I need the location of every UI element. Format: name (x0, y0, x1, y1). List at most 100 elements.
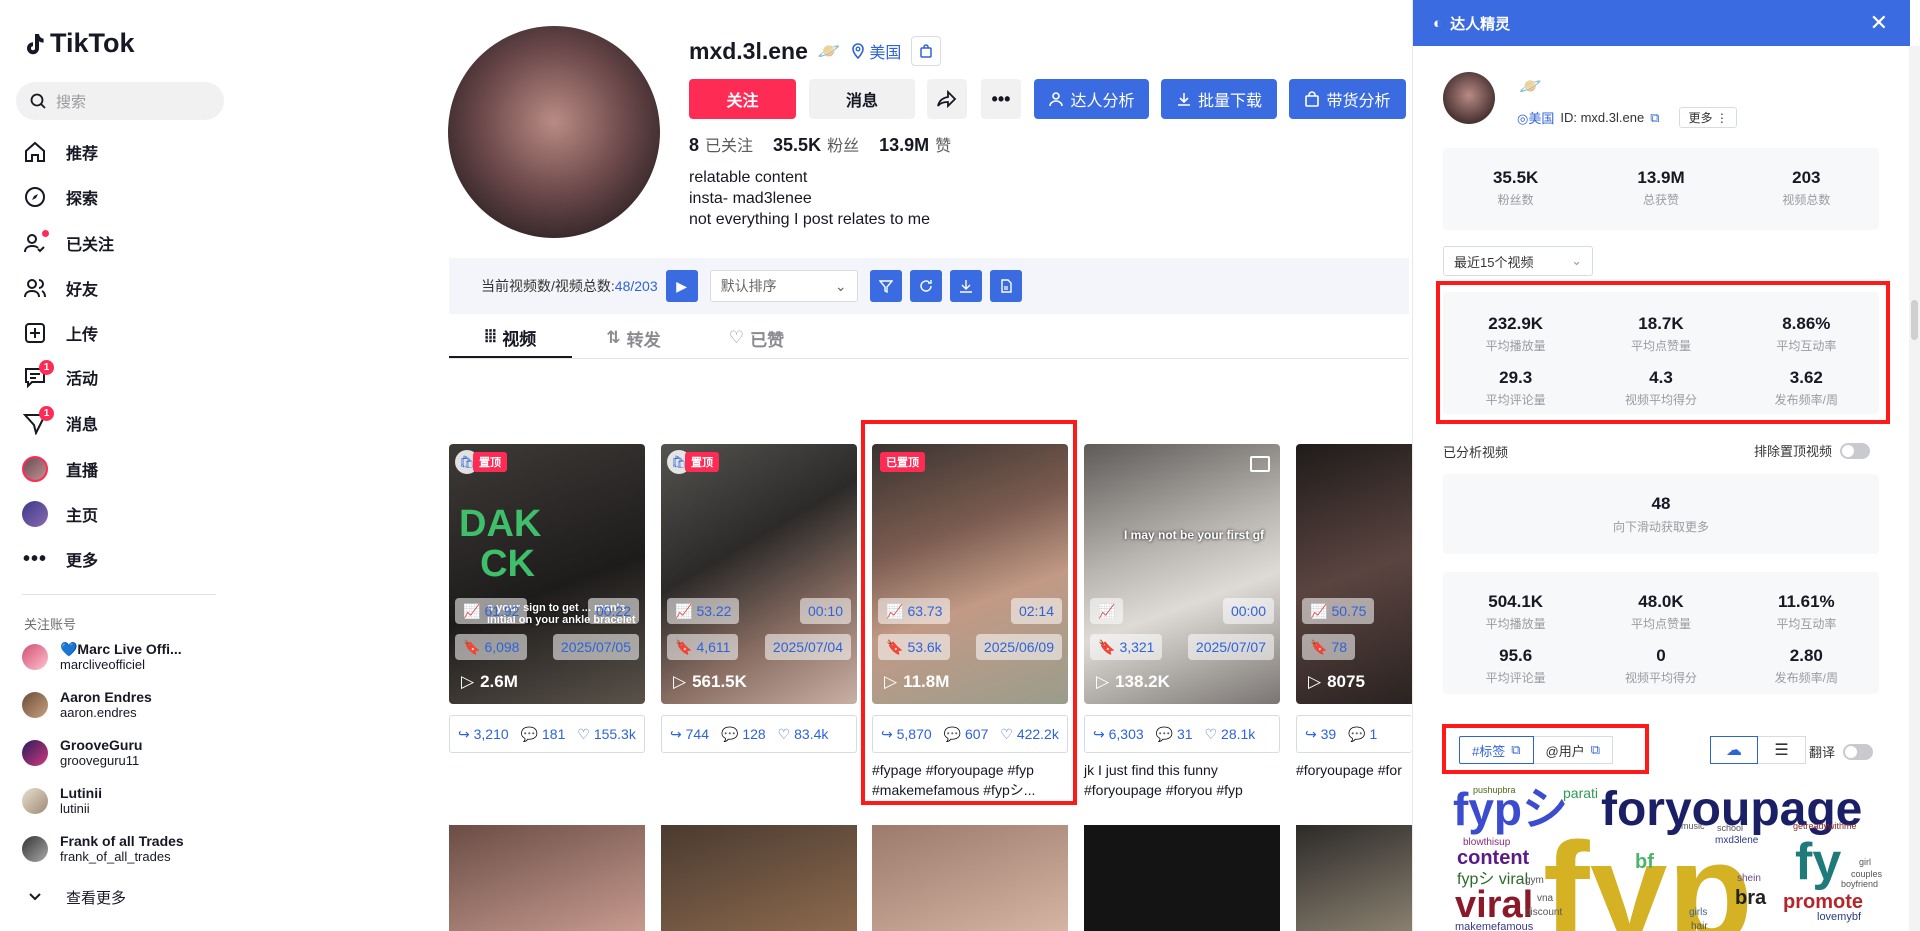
batch-download-button[interactable]: 批量下载 (1161, 79, 1277, 119)
wordcloud-word[interactable]: couples (1851, 870, 1882, 879)
play-toggle-button[interactable]: ▶︎ (665, 270, 698, 302)
following-stat[interactable]: 8 已关注 (689, 132, 753, 156)
play-icon: ▶︎ (676, 277, 687, 294)
nav-item-upload[interactable]: 上传 (22, 318, 98, 348)
message-button[interactable]: 消息 (809, 79, 915, 119)
wordcloud-word[interactable]: bf (1635, 852, 1654, 872)
list-view-button[interactable]: ☰ (1758, 736, 1806, 764)
video-card-next-row[interactable] (1296, 825, 1412, 931)
exclude-pinned-toggle[interactable] (1840, 442, 1871, 459)
video-description[interactable]: jk I just find this funny #foryoupage #f… (1084, 760, 1280, 800)
search-input[interactable]: 搜索 (16, 82, 224, 120)
search-placeholder: 搜索 (56, 93, 87, 111)
nav-item-live[interactable]: 直播 (22, 454, 98, 484)
nav-item-explore[interactable]: 探索 (22, 182, 98, 212)
wordcloud-word[interactable]: vna (1537, 894, 1553, 904)
following-account[interactable]: Lutinii lutinii (22, 785, 102, 817)
nav-item-profile[interactable]: 主页 (22, 499, 98, 529)
wordcloud-word[interactable]: promote (1783, 892, 1863, 912)
stat-value: 95.6 (1499, 646, 1533, 665)
account-handle: aaron.endres (60, 705, 137, 720)
wordcloud-word[interactable]: makemefamous (1455, 922, 1533, 931)
video-card-next-row[interactable] (872, 825, 1068, 931)
shop-button[interactable] (911, 36, 942, 66)
score-chip: 📈 61.92 (455, 598, 528, 624)
followers-stat[interactable]: 35.5K 粉丝 (773, 132, 859, 156)
range-select[interactable]: 最近15个视频 ⌄ (1443, 246, 1593, 276)
wordcloud-word[interactable]: boyfriend (1841, 880, 1878, 889)
wordcloud-word[interactable]: fy (1795, 836, 1841, 888)
wordcloud-word[interactable]: girl (1859, 858, 1871, 867)
filter-button[interactable] (869, 270, 902, 302)
wordcloud-word[interactable]: parati (1563, 786, 1598, 800)
wordcloud-word[interactable]: girls (1689, 908, 1707, 918)
stat-cell: 95.6 平均评论量 (1443, 646, 1588, 686)
translate-toggle[interactable] (1843, 743, 1874, 760)
see-more-link[interactable]: 查看更多 (22, 882, 126, 912)
copy-icon[interactable]: ⧉ (1650, 110, 1659, 126)
wordcloud-word[interactable]: getreadywithme (1793, 822, 1857, 831)
refresh-button[interactable] (909, 270, 942, 302)
video-toolbar: 当前视频数/视频总数: 48/203 ▶︎ 默认排序 ⌄ (449, 258, 1409, 314)
more-button[interactable]: 更多 ⋮ (1679, 107, 1737, 128)
wordcloud-word[interactable]: music (1681, 822, 1705, 831)
profile-avatar[interactable] (448, 26, 660, 238)
video-card[interactable]: 🛍 置顶 📈 53.22 00:10 🔖 4,611 2025/07/04 ▷ 561… (661, 444, 857, 704)
following-account[interactable]: Frank of all Trades frank_of_all_trades (22, 833, 184, 865)
scrollbar-thumb[interactable] (1911, 300, 1918, 340)
creator-analysis-button[interactable]: 达人分析 (1034, 79, 1149, 119)
wordcloud-word[interactable]: fypシ viral (1457, 872, 1528, 888)
button-label: 批量下载 (1197, 93, 1262, 110)
tiktok-logo[interactable]: TikTok (24, 28, 135, 59)
wordcloud-word[interactable]: content (1457, 848, 1529, 868)
panel-scrollbar[interactable] (1909, 46, 1920, 931)
video-card-next-row[interactable] (449, 825, 645, 931)
nav-label: 活动 (66, 371, 99, 388)
video-card[interactable]: I may not be your first gf 📈 00:00 🔖 3,32… (1084, 444, 1280, 704)
view-count: ▷ 561.5K (673, 672, 747, 692)
wordcloud-word[interactable]: blowthisup (1463, 838, 1510, 848)
engagement-bar: ↪ 6,303 💬 31 ♡ 28.1k (1084, 715, 1280, 753)
tab-reposts[interactable]: ⇅ 转发 (572, 318, 695, 358)
filter-icon (878, 280, 893, 293)
video-card-next-row[interactable] (661, 825, 857, 931)
nav-item-more[interactable]: ••• 更多 (22, 544, 98, 574)
following-account[interactable]: 💙Marc Live Offi... marcliveofficiel (22, 641, 182, 673)
video-description[interactable]: #foryoupage #for (1296, 760, 1412, 780)
nav-item-following[interactable]: 已关注 (22, 228, 114, 258)
following-account[interactable]: Aaron Endres aaron.endres (22, 689, 152, 721)
wordcloud-word[interactable]: shein (1737, 874, 1761, 884)
following-account[interactable]: GrooveGuru grooveguru11 (22, 737, 142, 769)
wordcloud-word[interactable]: lovemybf (1817, 912, 1861, 923)
wordcloud-word[interactable]: pushupbra (1473, 786, 1516, 795)
wordcloud-word[interactable]: hair (1691, 922, 1708, 931)
tab-videos[interactable]: ⦙⦙⦙ 视频 (449, 318, 572, 358)
close-icon[interactable]: ✕ (1870, 10, 1888, 36)
cloud-view-button[interactable]: ☁ (1710, 736, 1758, 764)
video-card[interactable]: 🛍 置顶 DAK CK s your sign to get ... man's… (449, 444, 645, 704)
sort-select[interactable]: 默认排序 ⌄ (709, 270, 858, 302)
wordcloud-word[interactable]: bra (1735, 888, 1766, 908)
export-excel-button[interactable] (989, 270, 1022, 302)
panel-header: ◐ 达人精灵 ✕ (1413, 0, 1910, 46)
video-card[interactable]: 📈 50.75 🔖 78 ▷ 8075 (1296, 444, 1412, 704)
export-download-button[interactable] (949, 270, 982, 302)
nav-item-friends[interactable]: 好友 (22, 273, 98, 303)
nav-item-recommend[interactable]: 推荐 (22, 137, 98, 167)
comments-value: 181 (542, 725, 566, 742)
video-card-next-row[interactable] (1084, 825, 1280, 931)
more-options-button[interactable]: ••• (981, 79, 1021, 119)
date-chip: 2025/07/04 (764, 634, 851, 660)
tab-liked[interactable]: ♡ 已赞 (695, 318, 818, 358)
nav-item-activity[interactable]: 1 活动 (22, 360, 99, 392)
wordcloud-word[interactable]: school (1717, 824, 1743, 833)
wordcloud-word[interactable]: gym (1525, 876, 1544, 886)
comment-stat: 💬 181 (521, 726, 566, 743)
follow-button[interactable]: 关注 (689, 79, 796, 119)
wordcloud-word[interactable]: discount (1525, 908, 1562, 918)
share-button[interactable] (927, 79, 967, 119)
wordcloud-word[interactable]: mxd3lene (1715, 836, 1758, 846)
nav-item-messages[interactable]: 1 消息 (22, 406, 98, 438)
wordcloud-word[interactable]: viral (1455, 886, 1533, 924)
commerce-analysis-button[interactable]: 带货分析 (1289, 79, 1406, 119)
